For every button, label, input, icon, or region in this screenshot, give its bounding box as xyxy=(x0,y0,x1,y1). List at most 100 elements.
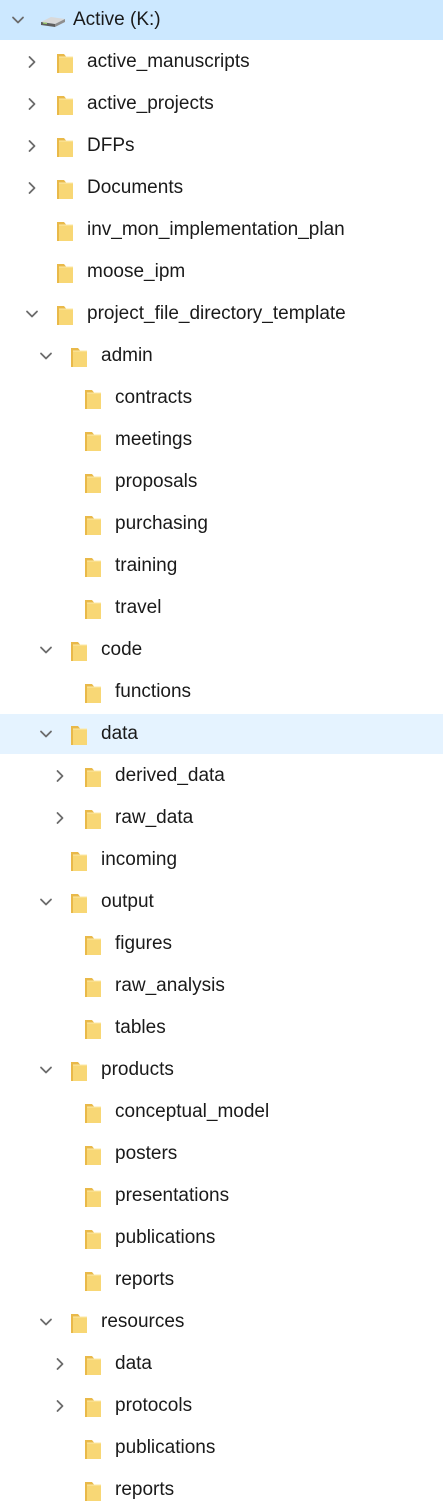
tree-item-active-manuscripts[interactable]: active_manuscripts xyxy=(0,42,443,82)
folder-icon xyxy=(84,934,102,956)
chevron-down-icon[interactable] xyxy=(38,1062,54,1078)
folder-icon xyxy=(84,388,102,410)
tree-item-label: Documents xyxy=(87,177,184,198)
tree-item-label: publications xyxy=(115,1437,216,1458)
folder-icon xyxy=(56,136,74,158)
tree-item-label: data xyxy=(115,1353,152,1374)
tree-item-label: data xyxy=(101,723,138,744)
drive-icon xyxy=(39,11,67,31)
tree-item-label: protocols xyxy=(115,1395,193,1416)
folder-tree: Active (K:) active_manuscripts active_proj… xyxy=(0,0,443,1508)
tree-item-presentations[interactable]: presentations xyxy=(0,1176,443,1216)
chevron-down-icon[interactable] xyxy=(38,348,54,364)
tree-item-label: publications xyxy=(115,1227,216,1248)
tree-item-label: active_projects xyxy=(87,93,214,114)
folder-icon xyxy=(56,52,74,74)
tree-item-label: conceptual_model xyxy=(115,1101,270,1122)
folder-icon xyxy=(56,94,74,116)
tree-item-proposals[interactable]: proposals xyxy=(0,462,443,502)
folder-icon xyxy=(84,1228,102,1250)
tree-item-protocols[interactable]: protocols xyxy=(0,1386,443,1426)
folder-icon xyxy=(84,1270,102,1292)
folder-icon xyxy=(70,640,88,662)
folder-icon xyxy=(84,472,102,494)
folder-icon xyxy=(84,598,102,620)
folder-icon xyxy=(84,766,102,788)
folder-icon xyxy=(56,262,74,284)
chevron-right-icon[interactable] xyxy=(24,96,40,112)
tree-item-active-projects[interactable]: active_projects xyxy=(0,84,443,124)
chevron-down-icon[interactable] xyxy=(24,306,40,322)
tree-item-travel[interactable]: travel xyxy=(0,588,443,628)
tree-item-resources[interactable]: resources xyxy=(0,1302,443,1342)
tree-item-admin[interactable]: admin xyxy=(0,336,443,376)
folder-icon xyxy=(84,1354,102,1376)
folder-icon xyxy=(84,1438,102,1460)
folder-icon xyxy=(70,892,88,914)
tree-item-posters[interactable]: posters xyxy=(0,1134,443,1174)
tree-item-label: presentations xyxy=(115,1185,230,1206)
tree-item-label: proposals xyxy=(115,471,198,492)
folder-icon xyxy=(84,1480,102,1502)
chevron-down-icon[interactable] xyxy=(10,12,26,28)
tree-item-project-file-directory-template[interactable]: project_file_directory_template xyxy=(0,294,443,334)
tree-item-raw-data[interactable]: raw_data xyxy=(0,798,443,838)
tree-item-training[interactable]: training xyxy=(0,546,443,586)
chevron-down-icon[interactable] xyxy=(38,1314,54,1330)
chevron-right-icon[interactable] xyxy=(24,54,40,70)
tree-item-label: contracts xyxy=(115,387,193,408)
tree-item-incoming[interactable]: incoming xyxy=(0,840,443,880)
tree-item-purchasing[interactable]: purchasing xyxy=(0,504,443,544)
folder-icon xyxy=(84,976,102,998)
chevron-down-icon[interactable] xyxy=(38,894,54,910)
chevron-right-icon[interactable] xyxy=(52,1356,68,1372)
chevron-right-icon[interactable] xyxy=(52,810,68,826)
tree-item-label: reports xyxy=(115,1269,175,1290)
chevron-down-icon[interactable] xyxy=(38,642,54,658)
tree-item-contracts[interactable]: contracts xyxy=(0,378,443,418)
tree-item-label: purchasing xyxy=(115,513,208,534)
tree-item-publications[interactable]: publications xyxy=(0,1218,443,1258)
tree-item-label: DFPs xyxy=(87,135,135,156)
tree-item-label: active_manuscripts xyxy=(87,51,250,72)
tree-item-moose-ipm[interactable]: moose_ipm xyxy=(0,252,443,292)
tree-item-publications[interactable]: publications xyxy=(0,1428,443,1468)
tree-item-derived-data[interactable]: derived_data xyxy=(0,756,443,796)
chevron-right-icon[interactable] xyxy=(24,138,40,154)
folder-icon xyxy=(84,1144,102,1166)
tree-item-functions[interactable]: functions xyxy=(0,672,443,712)
tree-item-label: reports xyxy=(115,1479,175,1500)
chevron-right-icon[interactable] xyxy=(24,180,40,196)
folder-icon xyxy=(70,346,88,368)
tree-item-figures[interactable]: figures xyxy=(0,924,443,964)
tree-item-documents[interactable]: Documents xyxy=(0,168,443,208)
tree-item-active-k[interactable]: Active (K:) xyxy=(0,0,443,40)
folder-icon xyxy=(84,1102,102,1124)
tree-item-data[interactable]: data xyxy=(0,1344,443,1384)
tree-item-label: inv_mon_implementation_plan xyxy=(87,219,345,240)
folder-icon xyxy=(84,1186,102,1208)
tree-item-conceptual-model[interactable]: conceptual_model xyxy=(0,1092,443,1132)
tree-item-raw-analysis[interactable]: raw_analysis xyxy=(0,966,443,1006)
tree-item-inv-mon-implementation-plan[interactable]: inv_mon_implementation_plan xyxy=(0,210,443,250)
tree-item-tables[interactable]: tables xyxy=(0,1008,443,1048)
folder-icon xyxy=(84,430,102,452)
tree-item-label: raw_data xyxy=(115,807,194,828)
tree-item-label: training xyxy=(115,555,178,576)
folder-icon xyxy=(84,514,102,536)
chevron-right-icon[interactable] xyxy=(52,1398,68,1414)
tree-item-label: output xyxy=(101,891,154,912)
tree-item-dfps[interactable]: DFPs xyxy=(0,126,443,166)
folder-icon xyxy=(84,808,102,830)
chevron-right-icon[interactable] xyxy=(52,768,68,784)
tree-item-data[interactable]: data xyxy=(0,714,443,754)
tree-item-reports[interactable]: reports xyxy=(0,1260,443,1300)
tree-item-products[interactable]: products xyxy=(0,1050,443,1090)
tree-item-reports[interactable]: reports xyxy=(0,1470,443,1510)
tree-item-label: travel xyxy=(115,597,162,618)
chevron-down-icon[interactable] xyxy=(38,726,54,742)
tree-item-meetings[interactable]: meetings xyxy=(0,420,443,460)
tree-item-label: incoming xyxy=(101,849,178,870)
tree-item-output[interactable]: output xyxy=(0,882,443,922)
tree-item-code[interactable]: code xyxy=(0,630,443,670)
